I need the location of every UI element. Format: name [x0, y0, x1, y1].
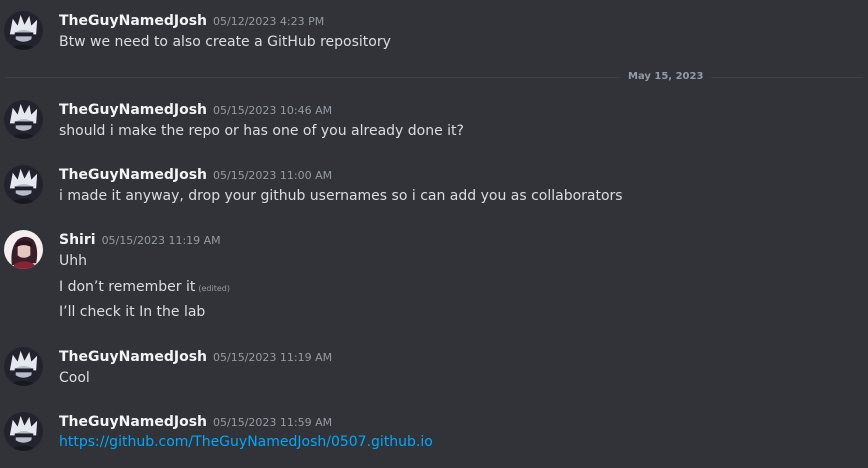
- user-avatar[interactable]: [4, 412, 43, 451]
- username[interactable]: Shiri: [59, 232, 96, 248]
- timestamp: 05/12/2023 4:23 PM: [213, 15, 325, 28]
- message-text: I’ll check it In the lab: [59, 304, 206, 320]
- message-header: TheGuyNamedJosh 05/15/2023 10:46 AM: [59, 99, 332, 119]
- message-header: TheGuyNamedJosh 05/15/2023 11:59 AM: [59, 411, 332, 431]
- repository-link[interactable]: https://github.com/TheGuyNamedJosh/0507.…: [59, 434, 433, 450]
- username[interactable]: TheGuyNamedJosh: [59, 13, 207, 29]
- date-divider: [5, 77, 863, 78]
- timestamp: 05/15/2023 11:19 AM: [213, 351, 333, 364]
- message-text: should i make the repo or has one of you…: [59, 123, 464, 139]
- username[interactable]: TheGuyNamedJosh: [59, 167, 207, 183]
- message-text: i made it anyway, drop your github usern…: [59, 188, 623, 204]
- timestamp: 05/15/2023 11:59 AM: [213, 416, 333, 429]
- date-divider-label: May 15, 2023: [620, 70, 712, 84]
- message-header: TheGuyNamedJosh 05/15/2023 11:19 AM: [59, 346, 332, 366]
- message-text-edited: I don’t remember it (edited): [59, 277, 230, 299]
- message-header: TheGuyNamedJosh 05/15/2023 11:00 AM: [59, 164, 332, 184]
- message-header: Shiri 05/15/2023 11:19 AM: [59, 229, 221, 249]
- user-avatar[interactable]: [4, 230, 43, 269]
- user-avatar[interactable]: [4, 100, 43, 139]
- user-avatar[interactable]: [4, 11, 43, 50]
- message-text: Btw we need to also create a GitHub repo…: [59, 34, 391, 50]
- timestamp: 05/15/2023 10:46 AM: [213, 104, 333, 117]
- user-avatar[interactable]: [4, 347, 43, 386]
- chat-messages: TheGuyNamedJosh 05/12/2023 4:23 PM Btw we…: [0, 0, 868, 468]
- timestamp: 05/15/2023 11:19 AM: [101, 234, 221, 247]
- user-avatar[interactable]: [4, 165, 43, 204]
- message-header: TheGuyNamedJosh 05/12/2023 4:23 PM: [59, 10, 324, 30]
- message-text: Cool: [59, 370, 90, 386]
- username[interactable]: TheGuyNamedJosh: [59, 102, 207, 118]
- edited-label: (edited): [198, 284, 230, 293]
- message-text: https://github.com/TheGuyNamedJosh/0507.…: [59, 432, 433, 452]
- timestamp: 05/15/2023 11:00 AM: [213, 169, 333, 182]
- username[interactable]: TheGuyNamedJosh: [59, 414, 207, 430]
- message-text: I don’t remember it: [59, 279, 196, 295]
- username[interactable]: TheGuyNamedJosh: [59, 349, 207, 365]
- message-text: Uhh: [59, 253, 87, 269]
